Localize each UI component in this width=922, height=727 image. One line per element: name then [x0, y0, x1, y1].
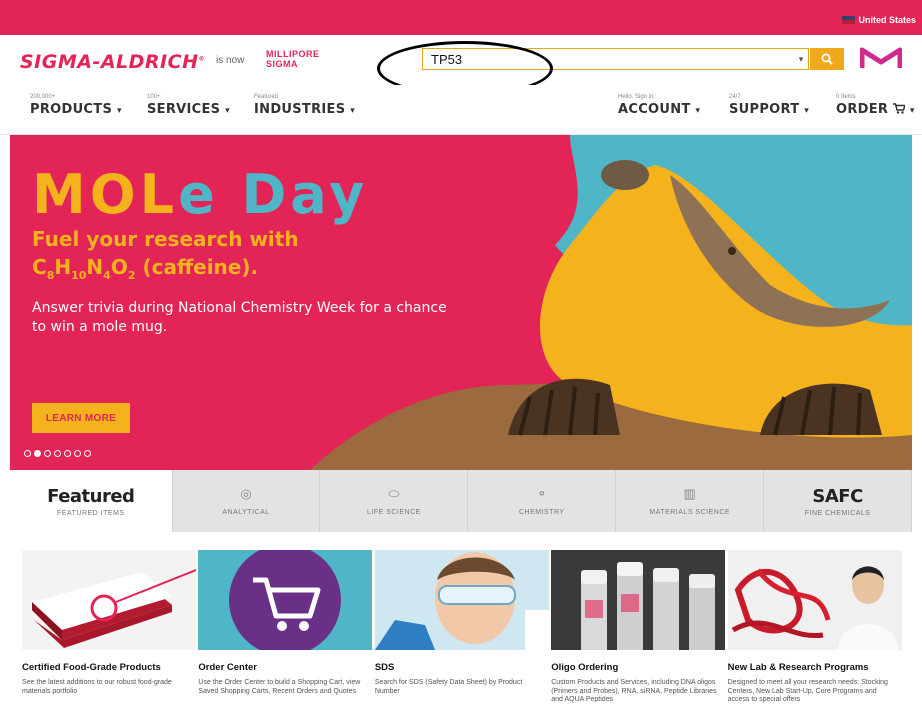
hero-banner[interactable]: MOLe Day Fuel your research with C8H10N4…	[10, 135, 912, 470]
card-food-grade[interactable]: Certified Food-Grade Products See the la…	[22, 550, 196, 727]
is-now-text: is now	[216, 55, 245, 66]
search-button[interactable]	[810, 48, 844, 70]
card-title[interactable]: New Lab & Research Programs	[728, 662, 902, 673]
tab-safc[interactable]: SAFC FINE CHEMICALS	[764, 470, 913, 532]
tab-chemistry[interactable]: ⚬ CHEMISTRY	[468, 470, 617, 532]
card-order-center[interactable]: Order Center Use the Order Center to bui…	[198, 550, 373, 727]
card-title[interactable]: Order Center	[198, 662, 372, 673]
tab-life-science[interactable]: ⬭ LIFE SCIENCE	[320, 470, 469, 532]
carousel-dot[interactable]	[34, 450, 41, 457]
nav-services[interactable]: 100+ SERVICES ▾	[147, 93, 230, 117]
region-selector[interactable]: United States	[842, 15, 916, 25]
top-bar: United States	[0, 0, 922, 35]
main-nav: 200,000+ PRODUCTS ▾ 100+ SERVICES ▾ Feat…	[0, 85, 922, 135]
card-sds[interactable]: SDS Search for SDS (Safety Data Sheet) b…	[374, 550, 549, 727]
chevron-down-icon: ▾	[350, 106, 356, 116]
nav-support-label: SUPPORT	[729, 102, 800, 117]
tab-safc-title: SAFC	[812, 485, 863, 507]
card-description: Custom Products and Services, including …	[551, 679, 717, 703]
nav-industries-caption: Featured	[254, 94, 279, 100]
nav-services-count: 100+	[147, 94, 161, 100]
scientist-image	[374, 550, 549, 650]
nav-products[interactable]: 200,000+ PRODUCTS ▾	[30, 93, 122, 117]
molecule-icon: ⚬	[536, 486, 548, 501]
chevron-down-icon: ▾	[804, 106, 810, 116]
nav-account-label: ACCOUNT	[618, 102, 691, 117]
search-icon	[821, 53, 833, 65]
analytical-icon: ◎	[240, 486, 252, 501]
tab-life-science-label: LIFE SCIENCE	[366, 509, 421, 516]
nav-order-label: ORDER	[836, 102, 889, 117]
carousel-dots	[24, 450, 91, 457]
card-description: Designed to meet all your research needs…	[727, 679, 888, 703]
chevron-down-icon: ▾	[695, 106, 701, 116]
hero-title: MOLe Day	[32, 165, 368, 225]
nav-order-count: 0 Items	[836, 94, 856, 100]
cake-image	[22, 550, 196, 650]
tab-safc-caption: FINE CHEMICALS	[804, 509, 871, 517]
cart-icon	[893, 103, 907, 114]
us-flag-icon	[842, 16, 856, 24]
region-label: United States	[858, 15, 916, 25]
nav-services-label: SERVICES	[147, 102, 221, 117]
hero-description: Answer trivia during National Chemistry …	[32, 300, 447, 335]
hero-subtitle-line1: Fuel your research with	[32, 227, 299, 251]
carousel-dot[interactable]	[84, 450, 91, 457]
nav-order[interactable]: 0 Items ORDER ▾	[836, 93, 915, 117]
hero-title-part-a: MOL	[32, 163, 179, 226]
hero-subtitle: Fuel your research with C8H10N4O2 (caffe…	[32, 225, 299, 290]
card-description: Search for SDS (Safety Data Sheet) by Pr…	[374, 679, 523, 695]
tab-featured-title: Featured	[47, 485, 135, 507]
milliporesigma-logo: MILLIPORE SIGMA	[266, 49, 320, 69]
chevron-down-icon[interactable]: ▾	[794, 54, 808, 65]
tab-materials-science-label: MATERIALS SCIENCE	[649, 509, 731, 516]
nav-products-label: PRODUCTS	[30, 102, 113, 117]
card-title[interactable]: Certified Food-Grade Products	[22, 662, 196, 673]
carousel-dot[interactable]	[24, 450, 31, 457]
vials-image	[551, 550, 726, 650]
chevron-down-icon: ▾	[225, 106, 230, 116]
tab-chemistry-label: CHEMISTRY	[519, 509, 565, 516]
chevron-down-icon: ▾	[909, 106, 915, 116]
carousel-dot[interactable]	[44, 450, 51, 457]
hero-title-part-b: e Day	[178, 163, 369, 226]
chevron-down-icon: ▾	[116, 106, 122, 116]
tab-featured-caption: FEATURED ITEMS	[57, 509, 125, 517]
nav-industries[interactable]: Featured INDUSTRIES ▾	[254, 93, 355, 117]
nav-industries-label: INDUSTRIES	[254, 102, 346, 117]
card-new-lab-programs[interactable]: New Lab & Research Programs Designed to …	[727, 550, 902, 727]
sigma-aldrich-logo[interactable]: SIGMA-ALDRICH®	[20, 51, 205, 73]
featured-cards: Certified Food-Grade Products See the la…	[22, 550, 902, 727]
carousel-dot[interactable]	[74, 450, 81, 457]
lab-researcher-image	[727, 550, 902, 650]
card-title[interactable]: Oligo Ordering	[551, 662, 725, 673]
nav-account-greeting: Hello. Sign in.	[618, 94, 656, 100]
tab-analytical-label: ANALYTICAL	[222, 509, 270, 516]
materials-icon: ▥	[683, 486, 696, 501]
tab-featured[interactable]: Featured FEATURED ITEMS	[10, 470, 173, 532]
card-title[interactable]: SDS	[375, 662, 549, 673]
tab-materials-science[interactable]: ▥ MATERIALS SCIENCE	[616, 470, 765, 532]
nav-support-caption: 24/7	[729, 94, 741, 100]
nav-products-count: 200,000+	[30, 94, 56, 100]
order-center-image	[198, 550, 373, 650]
caffeine-formula: C8H10N4O2 (caffeine).	[32, 255, 259, 282]
logo-text: SIGMA-ALDRICH	[20, 51, 199, 73]
card-oligo-ordering[interactable]: Oligo Ordering Custom Products and Servi…	[551, 550, 726, 727]
carousel-dot[interactable]	[54, 450, 61, 457]
merck-m-logo	[859, 46, 903, 77]
cell-icon: ⬭	[388, 486, 400, 501]
nav-support[interactable]: 24/7 SUPPORT ▾	[729, 93, 809, 117]
nav-account[interactable]: Hello. Sign in. ACCOUNT ▾	[618, 93, 700, 117]
card-description: See the latest additions to our robust f…	[22, 679, 172, 695]
tab-analytical[interactable]: ◎ ANALYTICAL	[173, 470, 321, 532]
card-description: Use the Order Center to build a Shopping…	[198, 679, 361, 695]
learn-more-button[interactable]: LEARN MORE	[32, 403, 130, 433]
carousel-dot[interactable]	[64, 450, 71, 457]
category-tabs: Featured FEATURED ITEMS ◎ ANALYTICAL ⬭ L…	[10, 470, 913, 532]
